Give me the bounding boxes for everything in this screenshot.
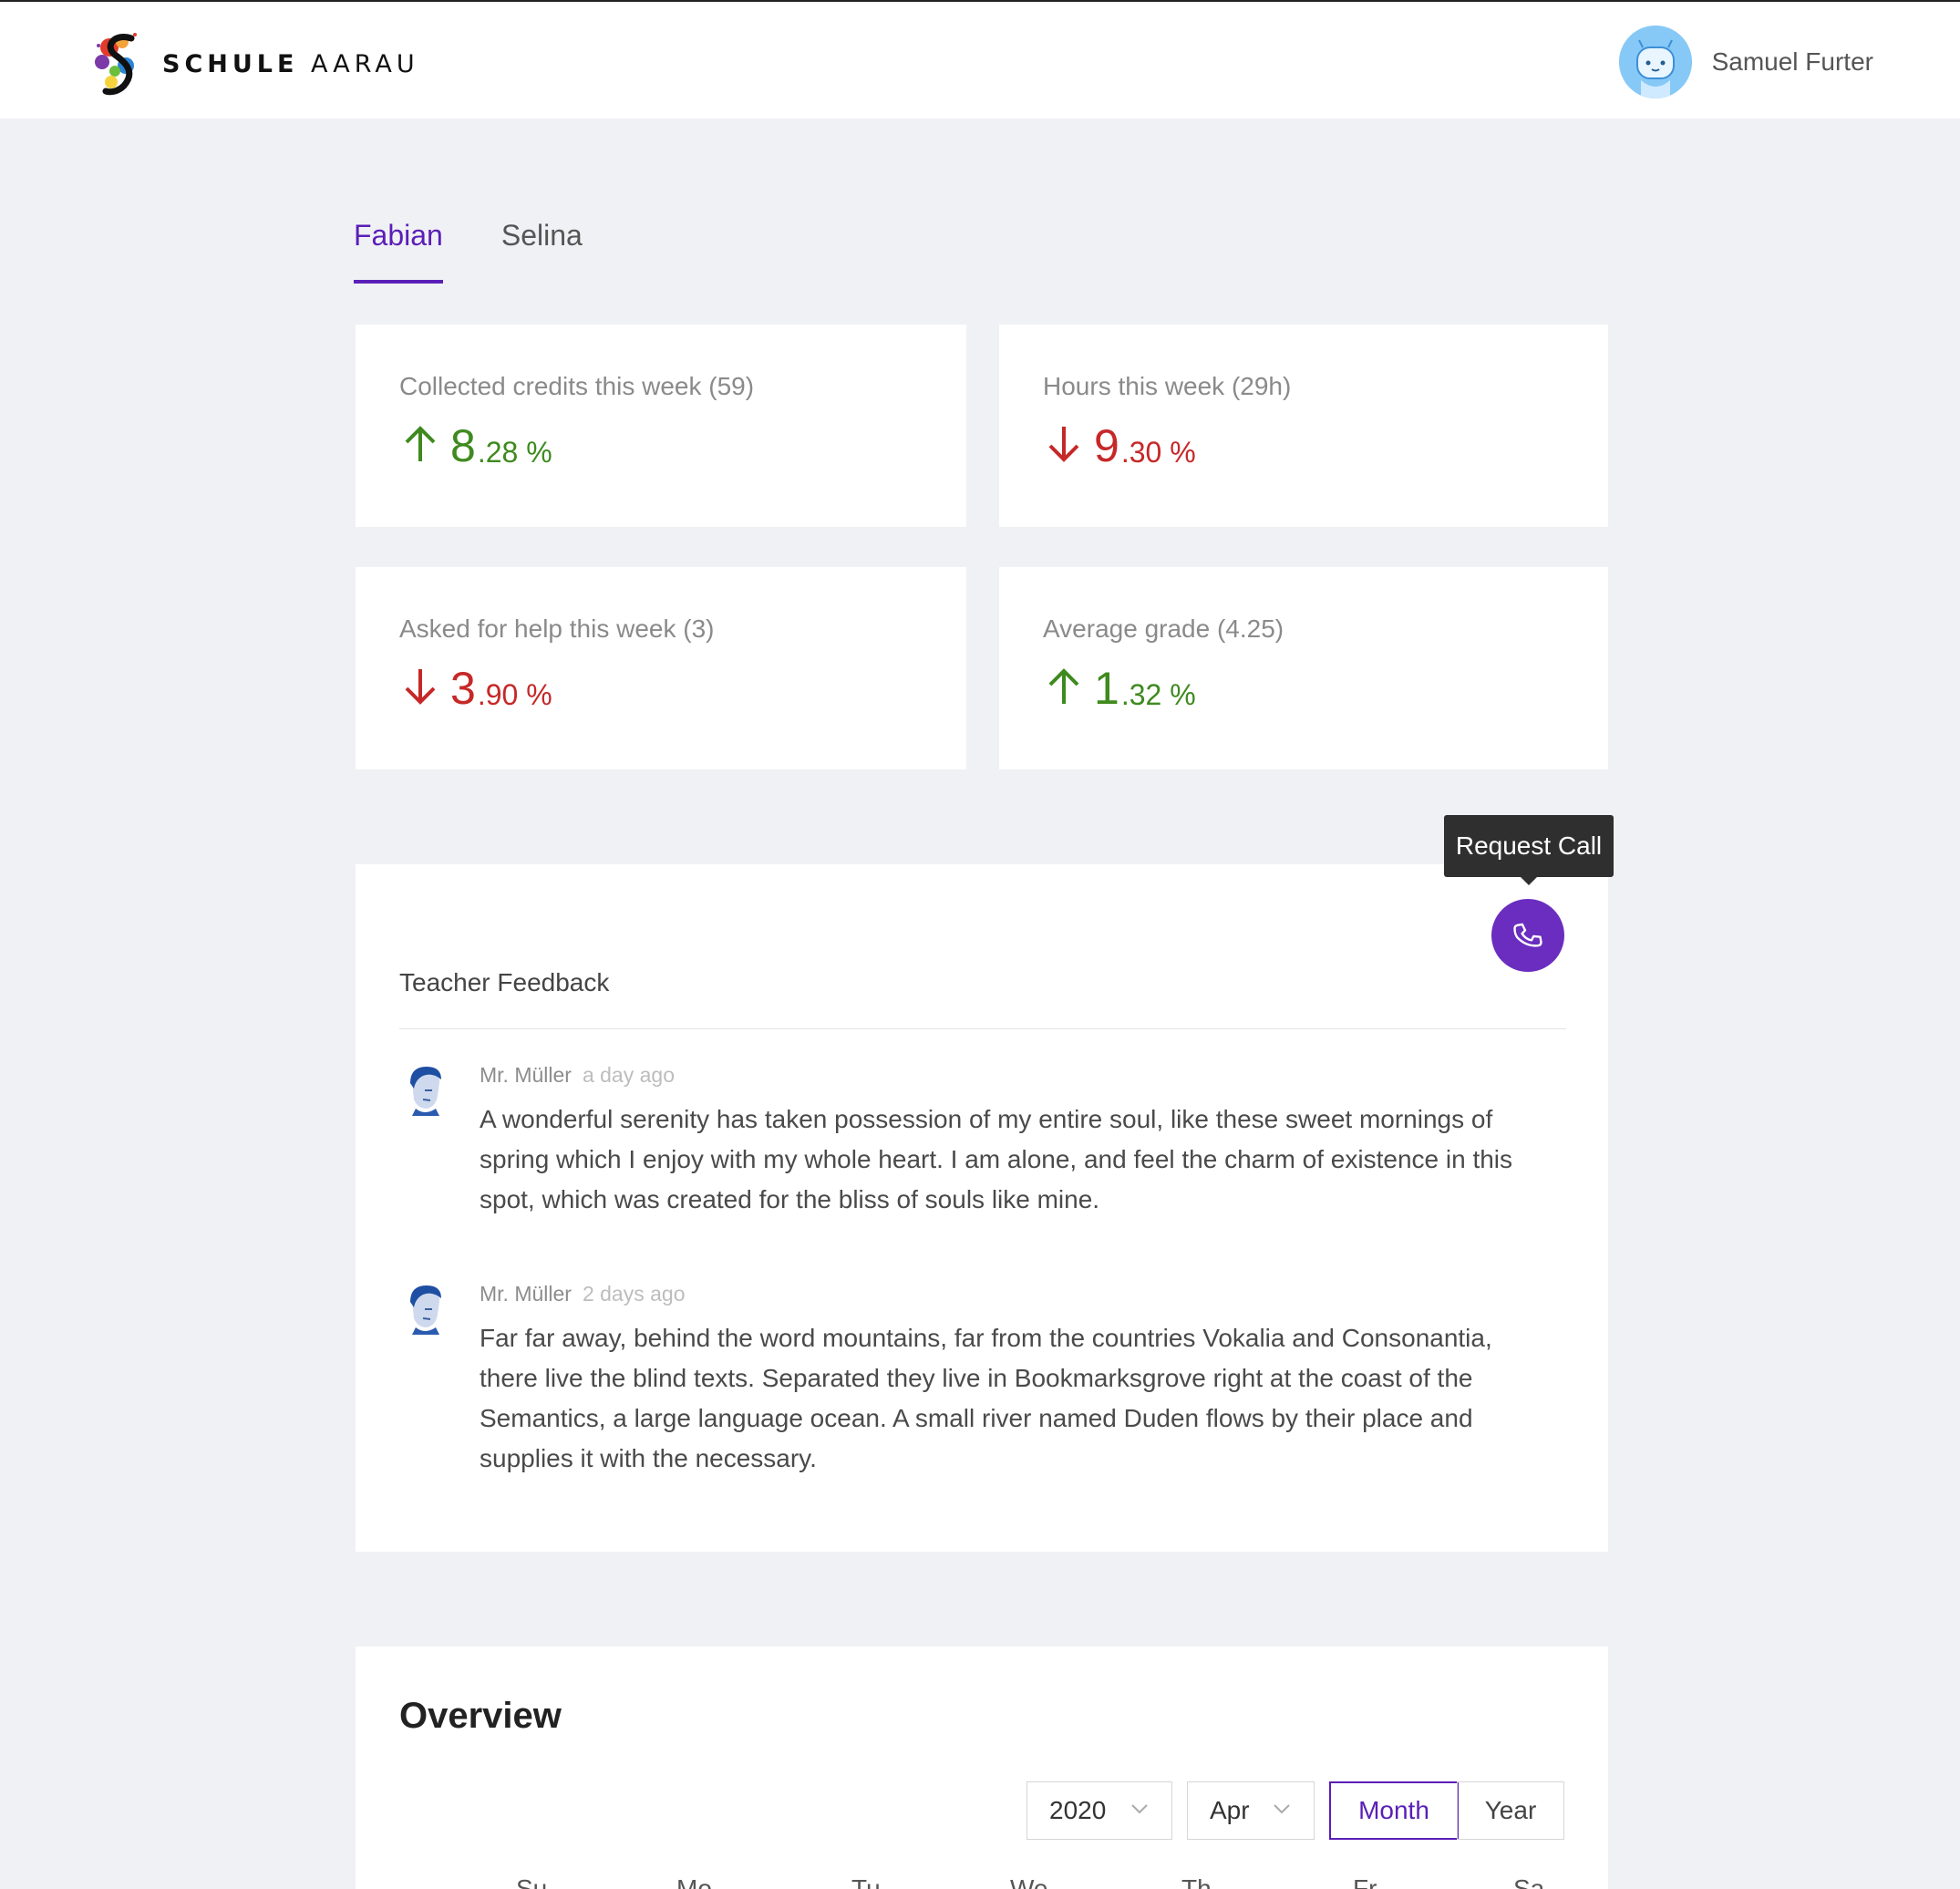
stat-value: 8 .28 % — [399, 423, 552, 469]
phone-icon — [1513, 923, 1542, 947]
arrow-up-icon — [1048, 668, 1079, 704]
school-logo-icon — [95, 33, 137, 96]
user-avatar[interactable] — [1618, 26, 1692, 98]
feedback-title: Teacher Feedback — [399, 968, 610, 996]
stat-value-decimal: .28 % — [477, 436, 552, 469]
stat-label: Asked for help this week (3) — [399, 614, 715, 643]
chevron-down-icon — [1131, 1804, 1148, 1814]
stat-value-decimal: .30 % — [1120, 436, 1196, 469]
teacher-feedback-card: Teacher Feedback Mr. Müller a day ago A w… — [356, 864, 1608, 1552]
view-mode-month-button[interactable]: Month — [1329, 1781, 1459, 1840]
chevron-down-icon — [1274, 1804, 1290, 1814]
stat-value: 1 .32 % — [1043, 666, 1196, 711]
teacher-avatar-icon[interactable] — [399, 1282, 449, 1335]
comment-item: Mr. Müller a day ago A wonderful serenity… — [399, 1063, 1566, 1227]
overview-card: Overview 2020 Apr Month Year Su Mo Tu We… — [356, 1646, 1608, 1889]
comment-item: Mr. Müller 2 days ago Far far away, behin… — [399, 1282, 1566, 1492]
weekday-label: Mo — [676, 1874, 712, 1889]
stat-value: 3 .90 % — [399, 666, 552, 711]
comment-text: Far far away, behind the word mountains,… — [480, 1324, 1492, 1472]
user-menu[interactable]: Samuel Furter — [1618, 26, 1873, 98]
request-call-button[interactable] — [1491, 899, 1564, 972]
school-name-regular: AARAU — [311, 49, 419, 78]
arrow-up-icon — [405, 426, 436, 461]
month-select-value: Apr — [1210, 1796, 1250, 1824]
tab-fabian[interactable]: Fabian — [354, 219, 443, 284]
user-name[interactable]: Samuel Furter — [1712, 47, 1873, 77]
comment-time: 2 days ago — [582, 1282, 686, 1306]
stat-value-integer: 3 — [450, 663, 476, 714]
year-select[interactable]: 2020 — [1026, 1781, 1172, 1840]
year-select-value: 2020 — [1049, 1796, 1107, 1824]
weekday-label: Th — [1181, 1874, 1212, 1889]
stat-label: Hours this week (29h) — [1043, 372, 1292, 400]
school-name-bold: SCHULE — [162, 49, 299, 78]
weekday-label: Su — [516, 1874, 548, 1889]
weekday-label: Fr — [1353, 1874, 1377, 1889]
stat-value: 9 .30 % — [1043, 423, 1196, 469]
comment-text: A wonderful serenity has taken possessio… — [480, 1105, 1513, 1213]
feedback-divider — [399, 1028, 1566, 1029]
stat-value-integer: 9 — [1094, 420, 1119, 471]
school-logo[interactable]: SCHULE AARAU — [91, 26, 419, 102]
teacher-avatar-icon[interactable] — [399, 1063, 449, 1116]
comment-author: Mr. Müller — [480, 1063, 572, 1087]
school-name: SCHULE AARAU — [162, 50, 419, 78]
month-select[interactable]: Apr — [1187, 1781, 1315, 1840]
stat-value-decimal: .32 % — [1120, 678, 1196, 711]
tab-selina[interactable]: Selina — [501, 219, 583, 284]
top-header: SCHULE AARAU Samuel Furter — [0, 2, 1960, 119]
arrow-down-icon — [1048, 427, 1079, 462]
weekday-label: Sa — [1513, 1874, 1545, 1889]
arrow-down-icon — [405, 669, 436, 705]
stat-card-credits: Collected credits this week (59) 8 .28 % — [356, 325, 966, 527]
request-call-tooltip: Request Call — [1444, 815, 1614, 885]
weekday-label: Tu — [851, 1874, 881, 1889]
view-mode-year-button[interactable]: Year — [1457, 1781, 1564, 1840]
stat-card-help-requests: Asked for help this week (3) 3 .90 % — [356, 567, 966, 769]
stat-label: Collected credits this week (59) — [399, 372, 755, 400]
stat-card-average-grade: Average grade (4.25) 1 .32 % — [999, 567, 1608, 769]
stat-value-integer: 8 — [450, 420, 476, 471]
stat-value-decimal: .90 % — [477, 678, 552, 711]
robot-avatar-icon — [1618, 26, 1692, 98]
comment-meta: Mr. Müller a day ago — [480, 1063, 675, 1088]
stat-value-integer: 1 — [1094, 663, 1119, 714]
comment-time: a day ago — [582, 1063, 675, 1087]
student-tabs: Fabian Selina — [354, 219, 641, 284]
comment-author: Mr. Müller — [480, 1282, 572, 1306]
weekday-label: We — [1010, 1874, 1048, 1889]
stat-label: Average grade (4.25) — [1043, 614, 1284, 643]
comment-meta: Mr. Müller 2 days ago — [480, 1282, 685, 1306]
stat-card-hours: Hours this week (29h) 9 .30 % — [999, 325, 1608, 527]
overview-title: Overview — [399, 1696, 562, 1736]
